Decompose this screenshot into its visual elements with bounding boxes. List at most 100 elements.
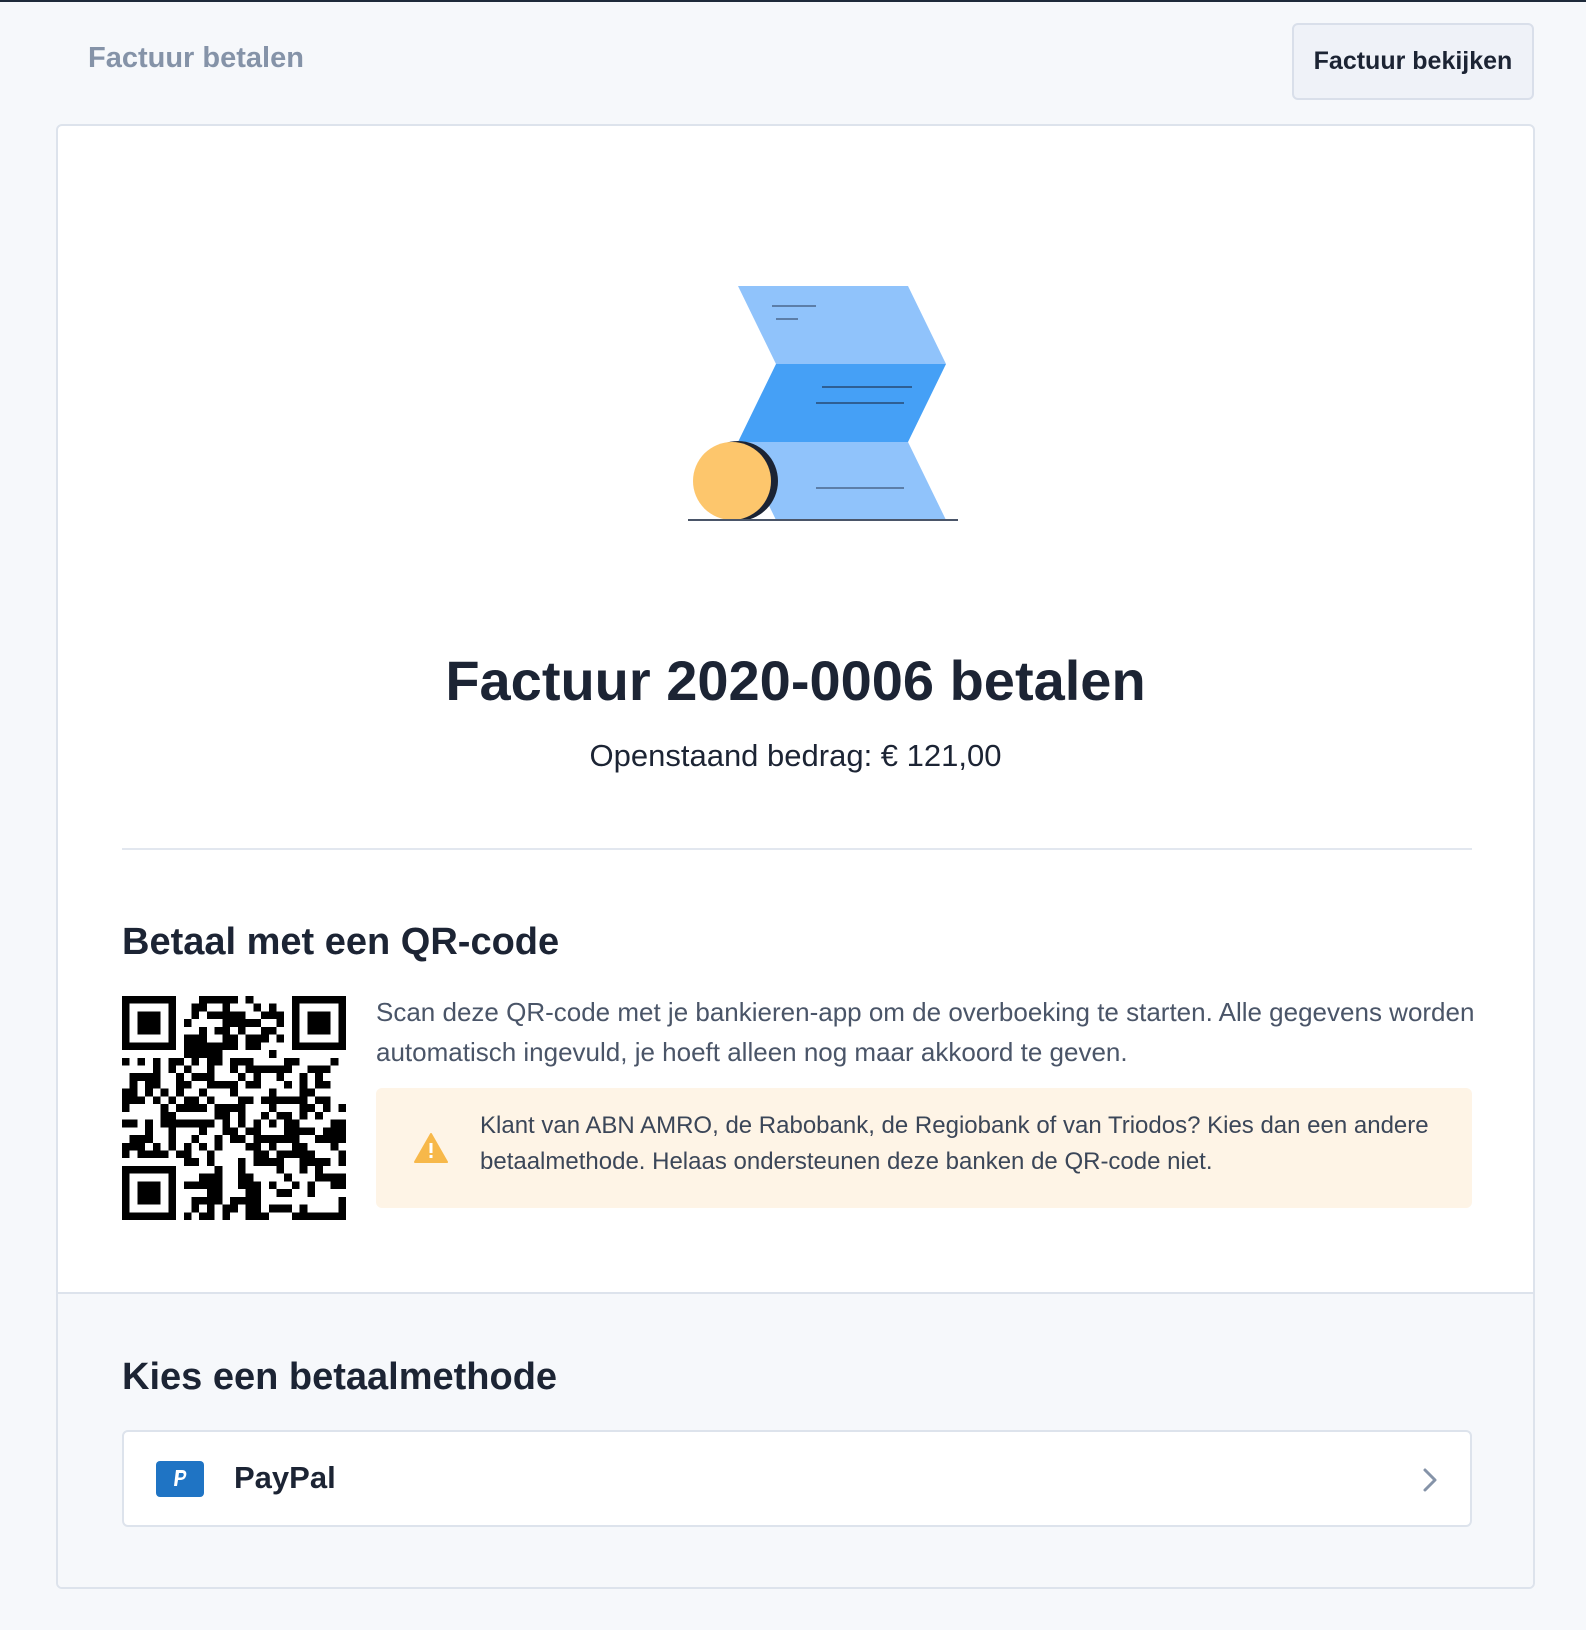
qr-module bbox=[253, 1127, 262, 1136]
view-invoice-button[interactable]: Factuur bekijken bbox=[1292, 23, 1534, 100]
qr-module bbox=[145, 1119, 153, 1128]
qr-module bbox=[214, 996, 223, 1004]
qr-module bbox=[183, 1158, 192, 1166]
qr-module bbox=[284, 1096, 292, 1105]
qr-module bbox=[330, 1119, 339, 1128]
qr-module bbox=[129, 1073, 138, 1081]
qr-module bbox=[253, 1065, 262, 1074]
qr-module bbox=[276, 1111, 285, 1120]
qr-module bbox=[237, 1135, 246, 1143]
qr-module bbox=[268, 1204, 277, 1213]
qr-module bbox=[122, 1173, 130, 1182]
qr-module bbox=[245, 1034, 254, 1043]
qr-module bbox=[315, 1135, 323, 1143]
qr-module bbox=[206, 1096, 215, 1105]
qr-module bbox=[199, 1127, 207, 1136]
qr-module bbox=[206, 1073, 215, 1081]
qr-module bbox=[330, 1181, 339, 1190]
qr-module bbox=[261, 1158, 269, 1166]
qr-module bbox=[129, 1142, 138, 1151]
qr-module bbox=[338, 1150, 346, 1159]
qr-module bbox=[276, 1019, 285, 1027]
qr-module bbox=[237, 1119, 246, 1128]
qr-module bbox=[261, 1111, 269, 1120]
qr-module bbox=[222, 1080, 231, 1089]
qr-module bbox=[237, 1057, 246, 1066]
qr-module bbox=[168, 1003, 177, 1012]
qr-module bbox=[338, 1034, 346, 1043]
qr-module bbox=[261, 1034, 269, 1043]
qr-module bbox=[199, 1181, 207, 1190]
qr-module bbox=[145, 1026, 153, 1035]
qr-module bbox=[129, 1135, 138, 1143]
qr-module bbox=[122, 1042, 130, 1051]
qr-module bbox=[222, 1104, 231, 1112]
qr-module bbox=[199, 1073, 207, 1081]
qr-module bbox=[307, 1026, 316, 1035]
qr-module bbox=[145, 1088, 153, 1097]
qr-module bbox=[191, 1158, 200, 1166]
qr-module bbox=[276, 1065, 285, 1074]
qr-module bbox=[338, 1158, 346, 1166]
qr-module bbox=[291, 1034, 300, 1043]
qr-module bbox=[129, 1088, 138, 1097]
qr-module bbox=[191, 1057, 200, 1066]
qr-module bbox=[137, 1057, 146, 1066]
qr-module bbox=[284, 1150, 292, 1159]
qr-module bbox=[315, 1080, 323, 1089]
qr-module bbox=[230, 1204, 238, 1213]
qr-module bbox=[322, 1135, 331, 1143]
qr-module bbox=[330, 1173, 339, 1182]
qr-module bbox=[183, 1142, 192, 1151]
qr-module bbox=[237, 1158, 246, 1166]
qr-module bbox=[168, 1096, 177, 1105]
qr-module bbox=[122, 1165, 130, 1174]
qr-module bbox=[291, 1026, 300, 1035]
qr-module bbox=[253, 1034, 262, 1043]
qr-module bbox=[230, 1135, 238, 1143]
qr-module bbox=[214, 1104, 223, 1112]
qr-module bbox=[137, 1142, 146, 1151]
qr-module bbox=[222, 1003, 231, 1012]
qr-module bbox=[268, 1135, 277, 1143]
qr-module bbox=[122, 1034, 130, 1043]
qr-module bbox=[214, 1181, 223, 1190]
qr-module bbox=[268, 1065, 277, 1074]
qr-module bbox=[206, 1065, 215, 1074]
qr-module bbox=[160, 1088, 169, 1097]
page-title: Factuur betalen bbox=[88, 42, 304, 74]
qr-module bbox=[122, 1119, 130, 1128]
qr-module bbox=[253, 1158, 262, 1166]
qr-module bbox=[168, 996, 177, 1004]
qr-module bbox=[222, 1034, 231, 1043]
qr-module bbox=[160, 1042, 169, 1051]
warning-text: Klant van ABN AMRO, de Rabobank, de Regi… bbox=[480, 1112, 1429, 1175]
qr-module bbox=[237, 1073, 246, 1081]
qr-module bbox=[307, 1065, 316, 1074]
qr-module bbox=[191, 1003, 200, 1012]
qr-module bbox=[276, 1011, 285, 1020]
qr-module bbox=[338, 1019, 346, 1027]
qr-module bbox=[253, 1181, 262, 1190]
qr-module bbox=[315, 1165, 323, 1174]
qr-module bbox=[322, 1065, 331, 1074]
qr-module bbox=[268, 1104, 277, 1112]
qr-module bbox=[322, 1042, 331, 1051]
qr-module bbox=[322, 1080, 331, 1089]
payment-method-paypal[interactable]: PayPal bbox=[122, 1430, 1472, 1527]
qr-module bbox=[237, 1173, 246, 1182]
qr-module bbox=[122, 1088, 130, 1097]
qr-module bbox=[168, 1026, 177, 1035]
qr-module bbox=[214, 1042, 223, 1051]
qr-module bbox=[145, 1165, 153, 1174]
invoice-panel-top bbox=[738, 286, 946, 364]
qr-module bbox=[299, 1127, 308, 1136]
qr-module bbox=[284, 1127, 292, 1136]
qr-module bbox=[222, 1127, 231, 1136]
qr-module bbox=[160, 1165, 169, 1174]
qr-module bbox=[199, 996, 207, 1004]
qr-module bbox=[230, 1080, 238, 1089]
coin bbox=[693, 442, 771, 520]
qr-module bbox=[176, 1150, 184, 1159]
qr-module bbox=[191, 1119, 200, 1128]
